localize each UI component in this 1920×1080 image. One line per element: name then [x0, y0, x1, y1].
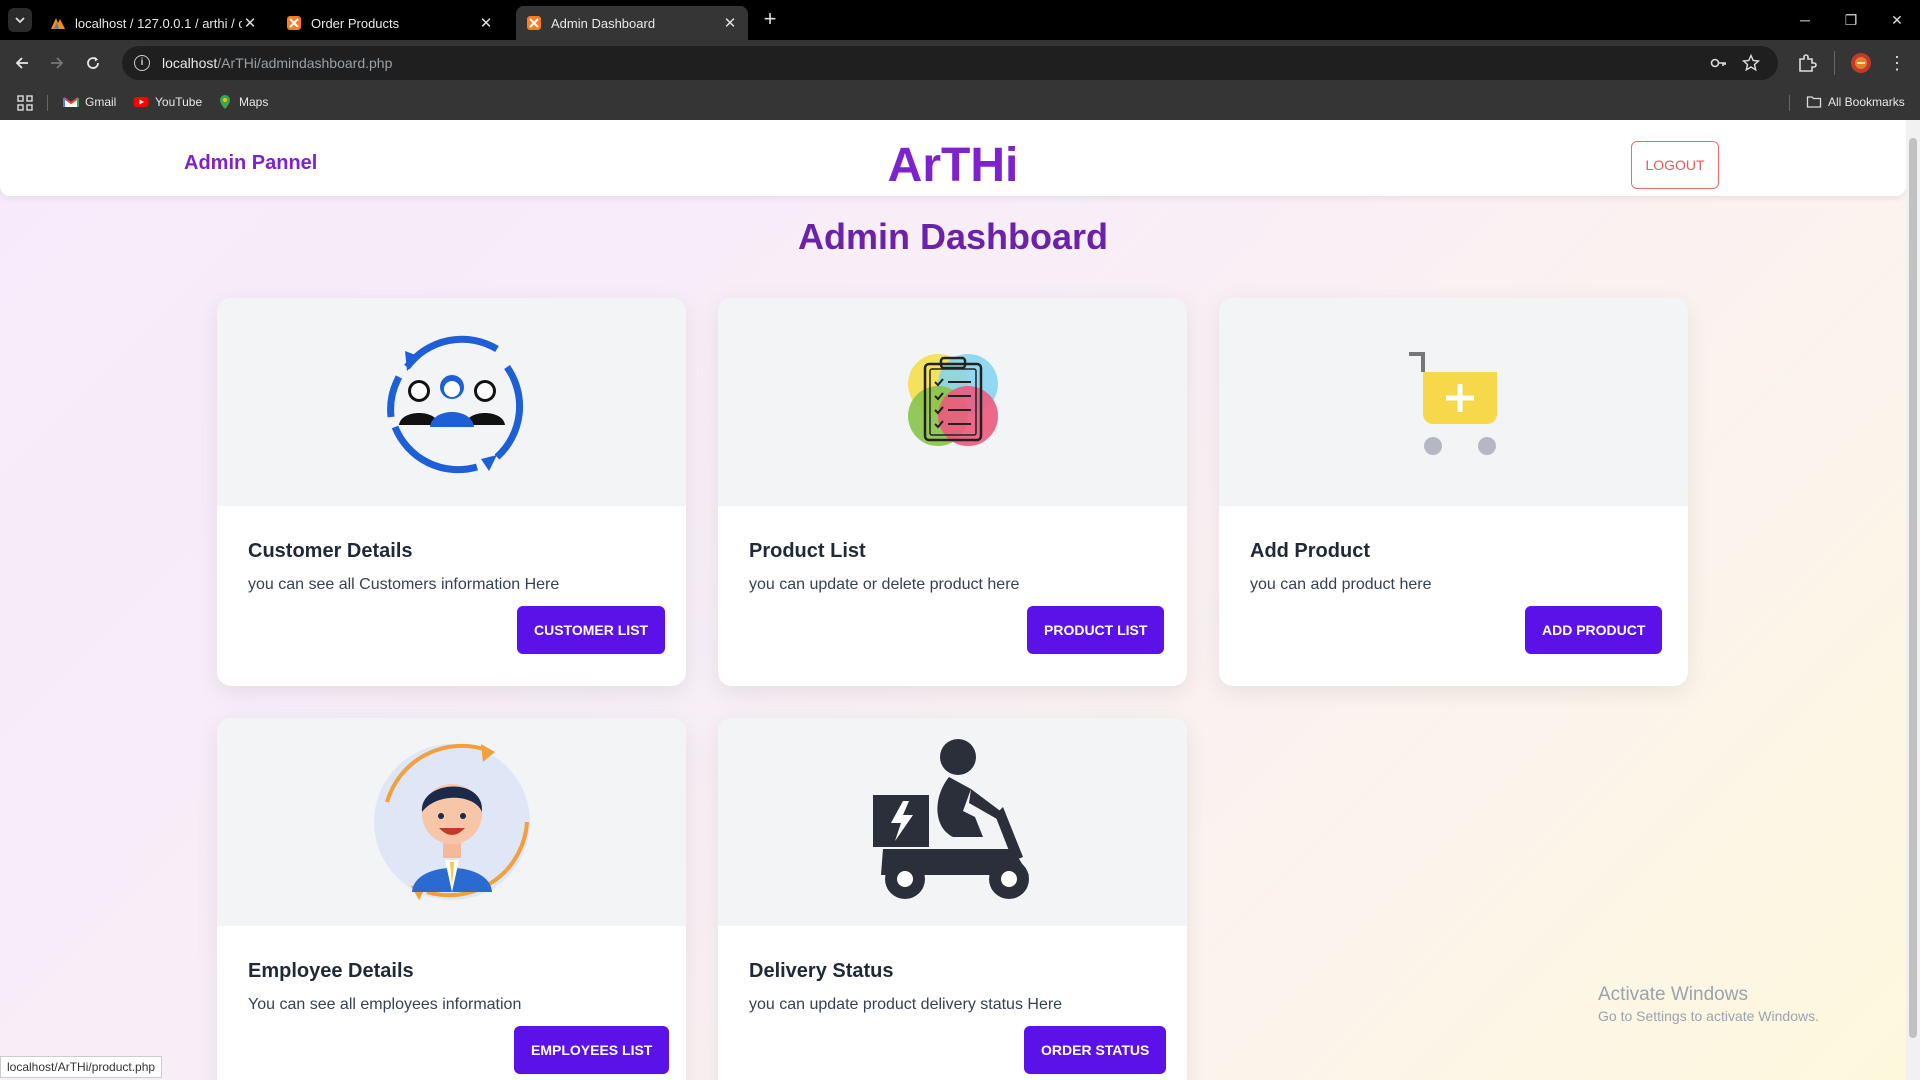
tab-title: localhost / 127.0.0.1 / arthi / cu: [75, 15, 242, 31]
minimize-button[interactable]: ─: [1782, 6, 1828, 34]
gmail-icon: [63, 97, 79, 107]
site-header: Admin Pannel ArTHi LOGOUT: [0, 120, 1906, 196]
employees-list-button[interactable]: EMPLOYEES LIST: [514, 1026, 670, 1074]
product-list-button[interactable]: PRODUCT LIST: [1027, 606, 1165, 654]
new-tab-button[interactable]: +: [758, 8, 782, 32]
browser-toolbar: i localhost/ArTHi/admindashboard.php ⋮: [0, 40, 1920, 86]
card-description: you can update product delivery status H…: [749, 996, 1063, 1013]
url-text[interactable]: localhost/ArTHi/admindashboard.php: [162, 55, 392, 71]
card-image: [718, 298, 1187, 506]
chevron-down-icon: [15, 17, 25, 24]
bookmark-gmail[interactable]: Gmail: [63, 94, 116, 110]
bookmark-maps[interactable]: Maps: [217, 94, 268, 110]
toolbar-divider: [1834, 51, 1835, 75]
tab-search-button[interactable]: [8, 8, 32, 32]
password-key-icon[interactable]: [1710, 54, 1728, 72]
bookmark-youtube[interactable]: YouTube: [133, 94, 202, 110]
delivery-scooter-icon: [872, 739, 1029, 899]
card-title: Product List: [749, 540, 866, 562]
page-title: Admin Dashboard: [797, 216, 1109, 257]
tab-admin-dashboard[interactable]: Admin Dashboard ✕: [516, 6, 748, 40]
tab-title: Order Products: [311, 15, 400, 31]
clipboard-checklist-icon: [907, 354, 998, 446]
reload-button[interactable]: [80, 50, 106, 76]
all-bookmarks-button[interactable]: All Bookmarks: [1806, 94, 1905, 110]
star-bookmark-icon[interactable]: [1742, 54, 1760, 72]
browser-tab-strip: localhost / 127.0.0.1 / arthi / cu ✕ Ord…: [0, 0, 1920, 40]
card-title: Employee Details: [248, 960, 414, 982]
restore-button[interactable]: ❐: [1828, 6, 1874, 34]
card-image: [217, 298, 686, 506]
card-product-list: Product List you can update or delete pr…: [718, 298, 1187, 686]
tab-title: Admin Dashboard: [551, 15, 656, 31]
apps-grid-icon[interactable]: [17, 95, 33, 111]
more-menu-icon[interactable]: ⋮: [1888, 52, 1906, 74]
xampp-icon: [287, 16, 301, 30]
bookmark-label: YouTube: [155, 95, 203, 109]
address-bar[interactable]: i localhost/ArTHi/admindashboard.php: [122, 46, 1778, 80]
profile-avatar[interactable]: [1850, 52, 1872, 74]
scrollbar-thumb[interactable]: [1909, 138, 1917, 1038]
card-employee-details: Employee Details You can see all employe…: [217, 718, 686, 1080]
card-add-product: Add Product you can add product here ADD…: [1219, 298, 1688, 686]
page-content: Admin Pannel ArTHi LOGOUT Admin Dashboar…: [0, 120, 1906, 1080]
card-title: Add Product: [1250, 540, 1370, 562]
arrow-left-icon: [15, 57, 28, 69]
url-host: localhost: [162, 55, 218, 71]
extensions-icon[interactable]: [1796, 52, 1818, 74]
customers-cycle-icon: [386, 335, 523, 474]
card-delivery-status: Delivery Status you can update product d…: [718, 718, 1187, 1080]
youtube-icon: [133, 97, 149, 107]
close-icon[interactable]: ✕: [722, 14, 738, 32]
tab-order-products[interactable]: Order Products ✕: [276, 6, 504, 40]
all-bookmarks-label: All Bookmarks: [1828, 95, 1905, 109]
card-image: [1219, 298, 1688, 506]
folder-icon: [1806, 96, 1822, 108]
xampp-icon: [527, 16, 541, 30]
card-image: [217, 718, 686, 926]
close-window-button[interactable]: ✕: [1874, 6, 1920, 34]
bookmark-label: Gmail: [85, 95, 117, 109]
reload-icon: [87, 57, 99, 69]
customer-list-button[interactable]: CUSTOMER LIST: [517, 606, 666, 654]
card-image: [718, 718, 1187, 926]
watermark-subtitle: Go to Settings to activate Windows.: [1598, 1008, 1819, 1024]
close-icon[interactable]: ✕: [478, 14, 494, 32]
maps-icon: [220, 95, 230, 109]
card-customer-details: Customer Details you can see all Custome…: [217, 298, 686, 686]
url-path: /ArTHi/admindashboard.php: [217, 55, 393, 71]
logout-button[interactable]: LOGOUT: [1631, 141, 1719, 189]
page-scrollbar[interactable]: [1906, 120, 1920, 1080]
bookmarks-bar: Gmail YouTube Maps All Bookmarks: [0, 86, 1920, 120]
activate-windows-watermark: Activate Windows Go to Settings to activ…: [1598, 984, 1819, 1024]
card-title: Customer Details: [248, 540, 413, 562]
bookmarks-divider: [1789, 95, 1790, 111]
forward-button[interactable]: [44, 50, 70, 76]
watermark-title: Activate Windows: [1598, 984, 1748, 1005]
bookmarks-divider: [47, 95, 48, 111]
tab-phpmyadmin[interactable]: localhost / 127.0.0.1 / arthi / cu ✕: [40, 6, 268, 40]
arrow-right-icon: [51, 57, 64, 69]
order-status-button[interactable]: ORDER STATUS: [1024, 1026, 1167, 1074]
phpmyadmin-icon: [51, 18, 65, 29]
close-icon[interactable]: ✕: [242, 14, 258, 32]
back-button[interactable]: [9, 50, 35, 76]
card-description: you can add product here: [1250, 576, 1432, 593]
cart-add-icon: [1408, 352, 1497, 455]
card-description: you can see all Customers information He…: [248, 576, 560, 593]
brand-logo: ArTHi: [887, 139, 1019, 192]
bookmark-label: Maps: [239, 95, 269, 109]
card-title: Delivery Status: [749, 960, 894, 982]
card-description: You can see all employees information: [248, 996, 522, 1013]
link-status-bar: localhost/ArTHi/product.php: [0, 1056, 163, 1078]
employee-avatar-icon: [373, 743, 530, 900]
card-description: you can update or delete product here: [749, 576, 1020, 593]
add-product-button[interactable]: ADD PRODUCT: [1525, 606, 1663, 654]
site-info-icon[interactable]: i: [134, 55, 150, 71]
